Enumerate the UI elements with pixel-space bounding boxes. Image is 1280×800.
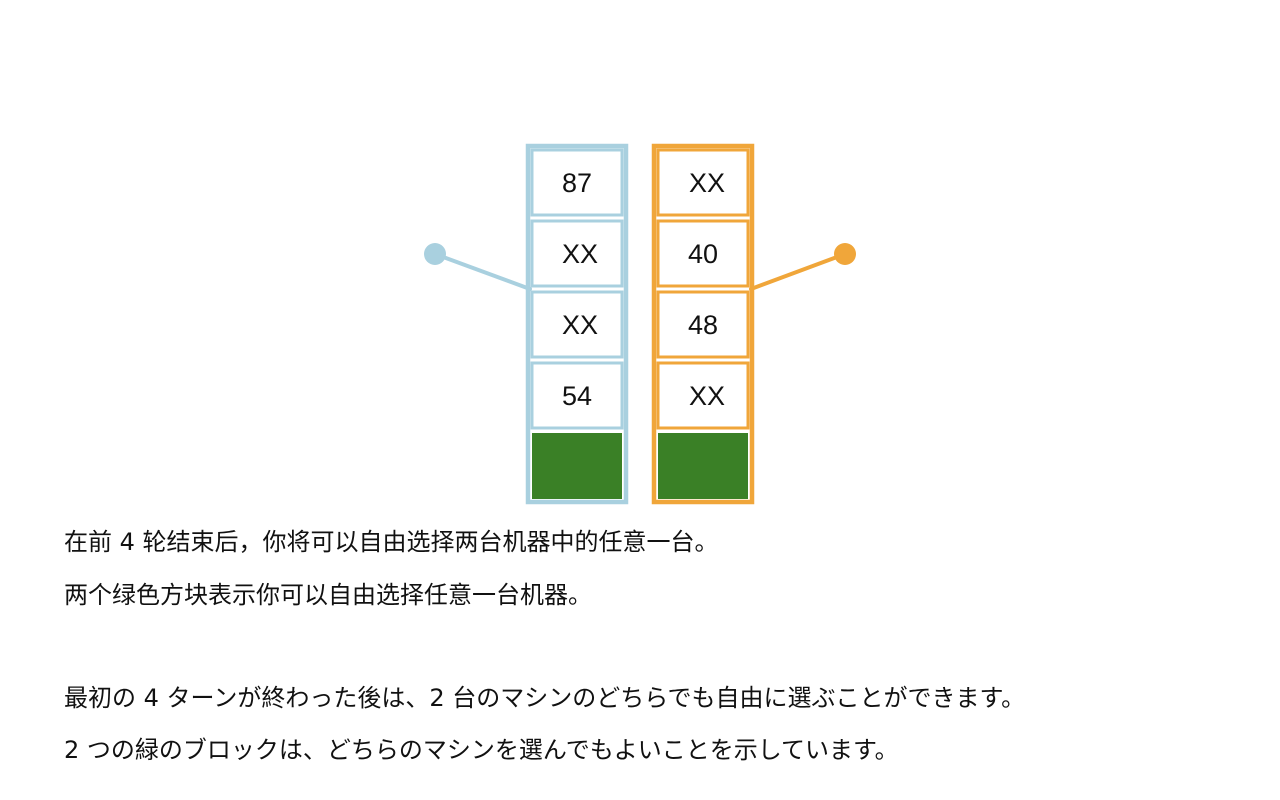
right-machine-cell: 40 bbox=[656, 219, 750, 288]
left-handle-knob bbox=[424, 243, 446, 265]
left-cell-value: 54 bbox=[562, 381, 592, 411]
japanese-caption-line-2: 2 つの緑のブロックは、どちらのマシンを選んでもよいことを示しています。 bbox=[64, 736, 899, 764]
left-free-choice-block bbox=[532, 433, 622, 499]
left-machine-cell: 54 bbox=[530, 361, 624, 430]
right-handle-knob bbox=[834, 243, 856, 265]
left-cell-value: XX bbox=[562, 310, 598, 340]
right-machine: XX 40 48 XX bbox=[651, 143, 755, 505]
left-machine-cell: 87 bbox=[530, 148, 624, 217]
left-machine: 87 XX XX 54 bbox=[525, 143, 629, 505]
left-cell-value: 87 bbox=[562, 168, 592, 198]
japanese-caption-line-1: 最初の 4 ターンが終わった後は、2 台のマシンのどちらでも自由に選ぶことができ… bbox=[64, 684, 1026, 712]
left-machine-cell: XX bbox=[530, 290, 624, 359]
left-machine-cell: XX bbox=[530, 219, 624, 288]
right-machine-handle bbox=[749, 243, 856, 291]
chinese-caption-line-2: 两个绿色方块表示你可以自由选择任意一台机器。 bbox=[64, 581, 592, 609]
right-free-choice-block bbox=[658, 433, 748, 499]
right-cell-value: XX bbox=[689, 381, 725, 411]
right-handle-arm bbox=[749, 252, 847, 291]
right-machine-cell: 48 bbox=[656, 290, 750, 359]
left-machine-handle bbox=[424, 243, 532, 291]
machine-diagram: 87 XX XX 54 XX 40 48 XX bbox=[424, 143, 856, 505]
right-cell-value: 48 bbox=[688, 310, 718, 340]
right-cell-value: XX bbox=[689, 168, 725, 198]
left-cell-value: XX bbox=[562, 239, 598, 269]
right-cell-value: 40 bbox=[688, 239, 718, 269]
chinese-caption-line-1: 在前 4 轮结束后，你将可以自由选择两台机器中的任意一台。 bbox=[64, 528, 719, 556]
left-handle-arm bbox=[433, 252, 532, 291]
right-machine-cell: XX bbox=[656, 361, 750, 430]
right-machine-cell: XX bbox=[656, 148, 750, 217]
